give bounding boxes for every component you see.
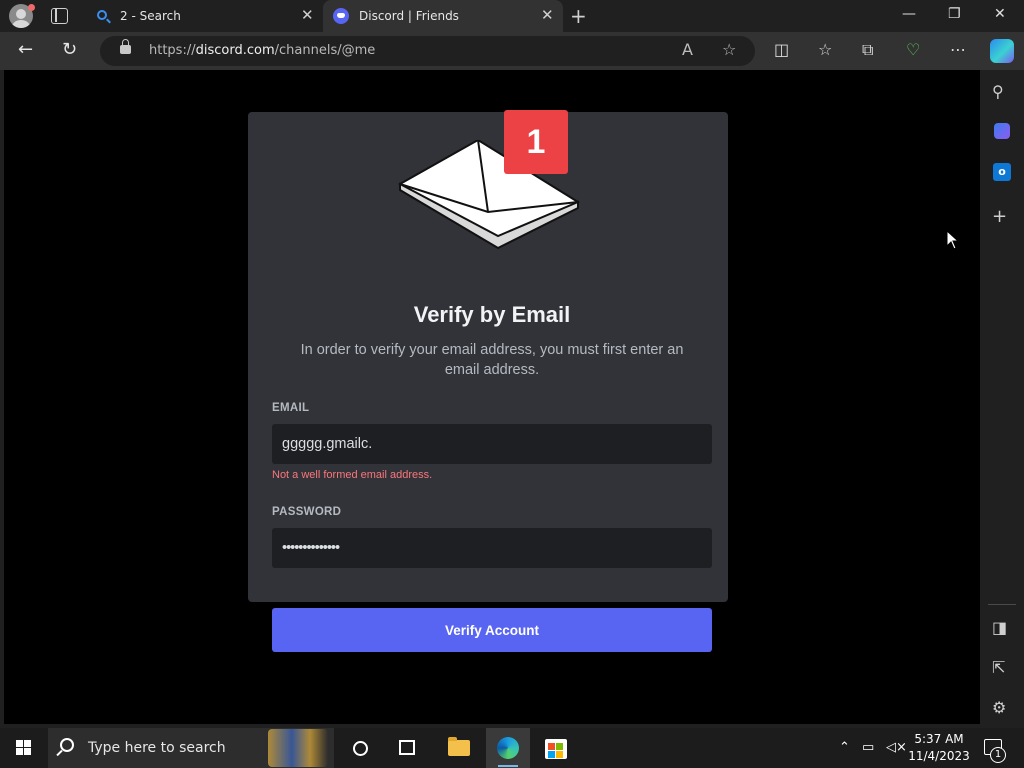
verify-account-button[interactable]: Verify Account bbox=[272, 608, 712, 652]
copilot-sidebar-icon[interactable] bbox=[994, 123, 1010, 139]
password-label: PASSWORD bbox=[272, 506, 342, 518]
mouse-cursor-icon bbox=[946, 230, 960, 250]
password-field[interactable] bbox=[272, 528, 712, 568]
windows-start-icon[interactable] bbox=[16, 740, 32, 756]
notification-count-badge: 1 bbox=[990, 747, 1006, 763]
collections-icon[interactable]: ⧉ bbox=[862, 40, 873, 60]
copilot-icon[interactable] bbox=[990, 39, 1014, 63]
browser-toolbar: ← ↻ https://discord.com/channels/@me A ☆… bbox=[0, 32, 1024, 70]
favorite-star-icon[interactable]: ☆ bbox=[722, 40, 736, 59]
tab-discord[interactable]: Discord | Friends ✕ bbox=[323, 0, 563, 32]
new-tab-icon[interactable]: + bbox=[570, 4, 587, 28]
close-tab-icon[interactable]: ✕ bbox=[541, 6, 554, 24]
minimize-icon[interactable]: — bbox=[902, 6, 916, 22]
search-icon bbox=[60, 738, 74, 752]
outlook-icon[interactable]: o bbox=[993, 163, 1011, 181]
tab-actions-icon[interactable] bbox=[51, 8, 68, 24]
restore-icon[interactable]: ❐ bbox=[948, 6, 961, 22]
email-error-message: Not a well formed email address. bbox=[272, 469, 433, 481]
file-explorer-icon[interactable] bbox=[448, 737, 470, 756]
close-window-icon[interactable]: ✕ bbox=[994, 6, 1006, 22]
address-bar[interactable]: https://discord.com/channels/@me A ☆ bbox=[100, 36, 755, 66]
edge-sidebar: ⚲ o + ◨ ⇱ ⚙ bbox=[980, 70, 1024, 724]
cortana-icon[interactable] bbox=[353, 741, 368, 756]
url-text[interactable]: https://discord.com/channels/@me bbox=[149, 43, 375, 58]
search-highlight-image[interactable] bbox=[268, 729, 328, 767]
network-icon[interactable]: ▭ bbox=[862, 740, 874, 755]
split-screen-icon[interactable]: ◫ bbox=[774, 40, 789, 59]
close-tab-icon[interactable]: ✕ bbox=[301, 6, 314, 24]
add-icon[interactable]: + bbox=[992, 206, 1007, 227]
search-placeholder: Type here to search bbox=[88, 740, 226, 756]
chevron-up-icon[interactable]: ⌃ bbox=[839, 740, 850, 755]
discord-icon bbox=[333, 8, 349, 24]
profile-notification-dot bbox=[28, 4, 35, 11]
task-view-icon[interactable] bbox=[399, 740, 415, 755]
edge-icon bbox=[497, 737, 519, 759]
browser-titlebar: 2 - Search ✕ Discord | Friends ✕ + — ❐ ✕ bbox=[0, 0, 1024, 32]
search-icon bbox=[97, 10, 107, 20]
settings-gear-icon[interactable]: ⚙ bbox=[992, 698, 1006, 717]
more-menu-icon[interactable]: ⋯ bbox=[950, 40, 966, 59]
clock-date: 11/4/2023 bbox=[908, 749, 970, 763]
back-icon[interactable]: ← bbox=[18, 39, 33, 60]
open-external-icon[interactable]: ⇱ bbox=[992, 658, 1005, 677]
lock-icon[interactable] bbox=[120, 39, 131, 54]
browser-essentials-icon[interactable]: ♡ bbox=[906, 40, 920, 59]
microsoft-store-icon[interactable] bbox=[545, 739, 567, 759]
tab-label: 2 - Search bbox=[120, 9, 181, 23]
refresh-icon[interactable]: ↻ bbox=[62, 39, 77, 60]
tab-label: Discord | Friends bbox=[359, 9, 459, 23]
favorites-icon[interactable]: ☆ bbox=[818, 40, 832, 59]
modal-subtitle: In order to verify your email address, y… bbox=[300, 342, 684, 378]
sidebar-divider bbox=[988, 604, 1016, 605]
search-icon[interactable]: ⚲ bbox=[992, 82, 1004, 101]
tab-search[interactable]: 2 - Search ✕ bbox=[83, 0, 323, 32]
volume-muted-icon[interactable]: ◁× bbox=[886, 740, 907, 755]
windows-taskbar: Type here to search ⌃ ▭ ◁× 5:37 AM 11/4/… bbox=[0, 728, 1024, 768]
email-label: EMAIL bbox=[272, 402, 310, 414]
taskbar-clock[interactable]: 5:37 AM 11/4/2023 bbox=[906, 731, 972, 765]
modal-title: Verify by Email bbox=[413, 302, 571, 327]
notification-count-badge: 1 bbox=[504, 110, 568, 174]
hide-sidebar-icon[interactable]: ◨ bbox=[992, 618, 1007, 637]
read-aloud-icon[interactable]: A bbox=[682, 40, 693, 59]
clock-time: 5:37 AM bbox=[914, 732, 964, 746]
email-field[interactable] bbox=[272, 424, 712, 464]
